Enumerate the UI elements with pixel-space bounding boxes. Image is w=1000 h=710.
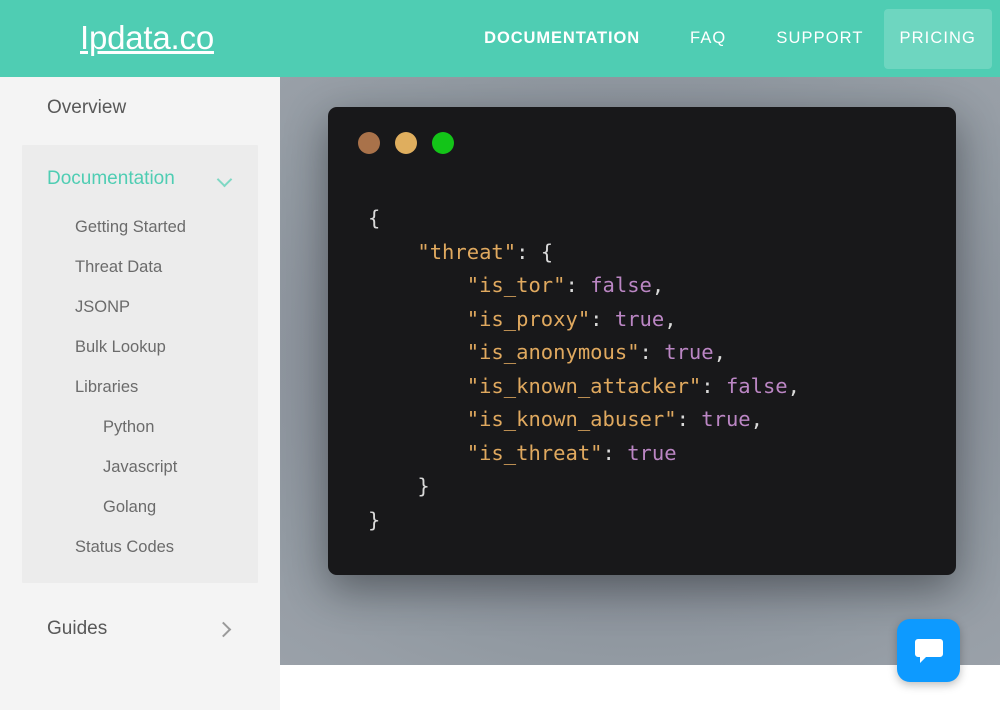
sidebar-item-guides-label: Guides [47,618,108,639]
code-token-punct [368,407,467,431]
code-token-punct [368,273,467,297]
code-window: { "threat": { "is_tor": false, "is_proxy… [328,107,956,575]
close-dot-icon[interactable] [358,132,380,154]
nav-link-support[interactable]: SUPPORT [760,9,879,69]
page-content-below-hero [280,665,1000,710]
sidebar-item-documentation[interactable]: Documentation [22,151,258,207]
code-token-key: "is_known_abuser" [466,407,677,431]
minimize-dot-icon[interactable] [395,132,417,154]
code-token-punct: : { [516,239,554,264]
code-token-punct: , [651,273,665,297]
sidebar-link-threat-data[interactable]: Threat Data [22,247,258,287]
chevron-down-icon [218,172,232,186]
site-header: Ipdata.co DOCUMENTATION FAQ SUPPORT PRIC… [0,0,1000,77]
code-token-punct: , [787,373,800,398]
sidebar-link-python[interactable]: Python [22,407,258,447]
code-token-punct: : [565,273,591,297]
sidebar-link-label: Javascript [103,457,178,476]
code-token-punct [368,307,467,331]
code-token-punct: , [664,306,677,331]
code-token-punct: } [368,507,381,532]
code-token-punct [368,441,467,465]
chat-bubble-icon [914,637,944,665]
sidebar-item-guides[interactable]: Guides [0,599,280,659]
code-token-punct: { [368,206,381,230]
window-controls [358,132,454,154]
code-token-punct: : [602,440,628,465]
sidebar-link-status-codes[interactable]: Status Codes [22,527,258,567]
code-token-key: "is_anonymous" [466,340,640,364]
sidebar-link-getting-started[interactable]: Getting Started [22,207,258,247]
nav-link-pricing[interactable]: PRICING [883,8,992,69]
main-navigation: DOCUMENTATION FAQ SUPPORT PRICING [468,0,1000,77]
code-token-punct: , [750,407,763,431]
sidebar-link-golang[interactable]: Golang [22,487,258,527]
code-token-bool: true [701,407,751,431]
hero-section: { "threat": { "is_tor": false, "is_proxy… [280,77,1000,665]
sidebar-link-label: Golang [103,497,157,516]
code-token-bool: true [627,440,677,465]
sidebar-item-documentation-label: Documentation [47,168,175,189]
code-token-bool: true [614,306,665,331]
code-token-punct [368,240,417,264]
code-token-punct [368,374,467,398]
sidebar-link-label: Libraries [75,377,139,396]
code-token-bool: false [725,373,788,398]
sidebar-documentation-links: Getting Started Threat Data JSONP Bulk Look… [22,207,258,567]
sidebar-link-jsonp[interactable]: JSONP [22,287,258,327]
code-token-punct [368,340,467,364]
chat-widget-button[interactable] [897,619,960,682]
code-token-bool: true [664,340,714,364]
nav-link-faq[interactable]: FAQ [674,9,742,69]
sidebar-link-label: Status Codes [75,537,175,556]
code-token-key: "is_threat" [466,440,603,465]
code-token-key: "is_known_attacker" [466,373,702,398]
sidebar-link-label: Getting Started [75,217,186,236]
maximize-dot-icon[interactable] [432,132,454,154]
sidebar-link-label: JSONP [75,297,131,316]
sidebar-link-javascript[interactable]: Javascript [22,447,258,487]
sidebar-documentation-panel: Documentation Getting Started Threat Data… [22,145,258,583]
code-token-punct: : [676,407,702,431]
code-token-punct: } [368,474,430,498]
sidebar-link-label: Threat Data [75,257,163,276]
code-token-key: "threat" [417,239,517,264]
sidebar-link-bulk-lookup[interactable]: Bulk Lookup [22,327,258,367]
code-snippet: { "threat": { "is_tor": false, "is_proxy… [368,202,946,537]
sidebar-link-libraries[interactable]: Libraries [22,367,258,407]
code-token-punct: : [639,340,665,364]
code-token-key: "is_tor" [466,273,566,297]
nav-link-documentation[interactable]: DOCUMENTATION [468,9,656,69]
sidebar-item-overview-label: Overview [47,97,127,118]
sidebar-link-label: Python [103,417,155,436]
code-token-key: "is_proxy" [466,306,591,331]
sidebar: Overview Documentation Getting Started Th… [0,77,280,710]
chevron-right-icon [218,622,232,636]
page-root: Ipdata.co DOCUMENTATION FAQ SUPPORT PRIC… [0,0,1000,710]
code-token-punct: : [590,306,615,331]
code-token-bool: false [590,273,652,297]
brand-logo[interactable]: Ipdata.co [80,16,214,60]
sidebar-link-label: Bulk Lookup [75,337,166,356]
code-token-punct: : [701,373,726,398]
sidebar-item-overview[interactable]: Overview [0,77,280,139]
code-token-punct: , [713,340,726,364]
